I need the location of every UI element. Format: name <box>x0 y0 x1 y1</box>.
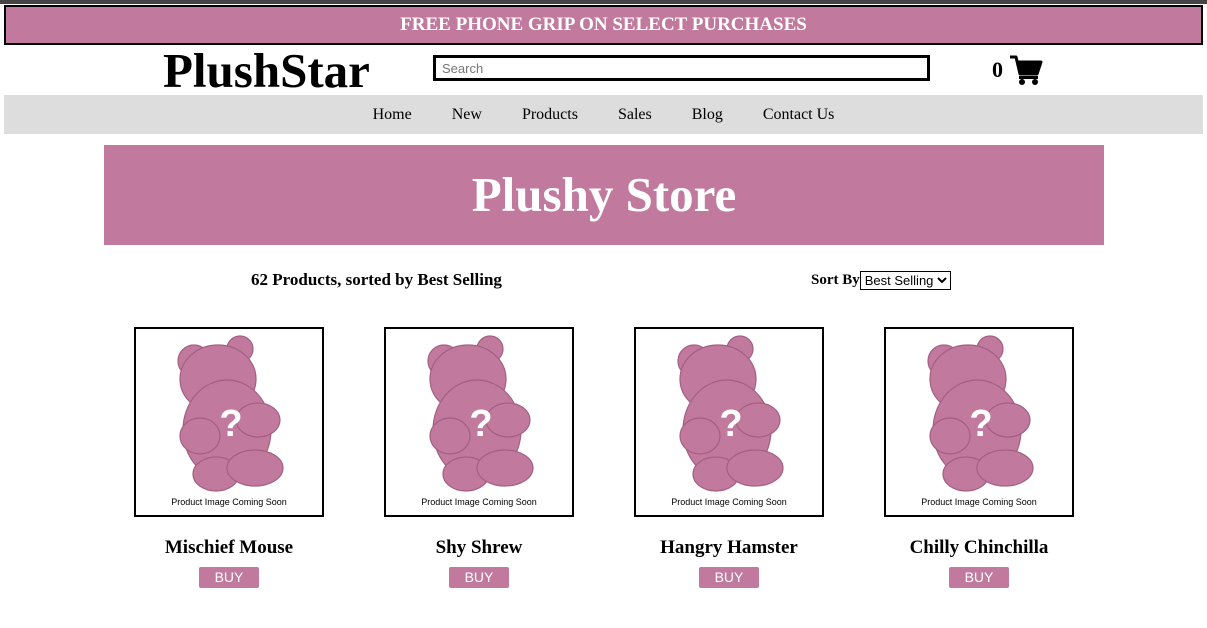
product-image[interactable]: Product Image Coming Soon <box>384 327 574 517</box>
shopping-cart-icon <box>1010 55 1043 85</box>
hero-banner: Plushy Store <box>104 145 1104 245</box>
nav-contact-us[interactable]: Contact Us <box>763 106 835 124</box>
promo-banner: FREE PHONE GRIP ON SELECT PURCHASES <box>4 5 1203 45</box>
product-card[interactable]: Product Image Coming Soon Chilly Chinchi… <box>884 327 1074 588</box>
bear-placeholder-icon <box>927 335 1034 492</box>
nav-new[interactable]: New <box>452 106 482 124</box>
image-caption: Product Image Coming Soon <box>421 497 537 507</box>
product-count-text: 62 Products, sorted by Best Selling <box>251 270 502 289</box>
main-nav: Home New Products Sales Blog Contact Us <box>4 95 1203 134</box>
site-logo[interactable]: PlushStar <box>163 43 370 99</box>
product-name[interactable]: Hangry Hamster <box>634 537 824 559</box>
product-name[interactable]: Chilly Chinchilla <box>884 537 1074 559</box>
product-image[interactable]: Product Image Coming Soon <box>134 327 324 517</box>
image-caption: Product Image Coming Soon <box>171 497 287 507</box>
sort-select[interactable]: Best Selling <box>859 271 951 290</box>
product-card[interactable]: Product Image Coming Soon Hangry Hamster… <box>634 327 824 588</box>
sort-control: Sort By Best Selling <box>811 271 951 290</box>
product-card[interactable]: Product Image Coming Soon Mischief Mouse… <box>134 327 324 588</box>
nav-sales[interactable]: Sales <box>618 106 652 124</box>
nav-home[interactable]: Home <box>373 106 412 124</box>
sort-label: Sort By <box>811 272 860 288</box>
bear-placeholder-icon <box>427 335 534 492</box>
buy-button[interactable]: BUY <box>199 567 259 588</box>
buy-button[interactable]: BUY <box>699 567 759 588</box>
image-caption: Product Image Coming Soon <box>671 497 787 507</box>
product-name[interactable]: Mischief Mouse <box>134 537 324 559</box>
nav-blog[interactable]: Blog <box>692 106 723 124</box>
bear-placeholder-icon <box>177 335 284 492</box>
cart-button[interactable]: 0 <box>992 54 1043 86</box>
top-border <box>0 0 1207 4</box>
bear-placeholder-icon <box>677 335 784 492</box>
cart-count: 0 <box>992 57 1003 82</box>
search-input[interactable] <box>433 55 930 81</box>
buy-button[interactable]: BUY <box>449 567 509 588</box>
buy-button[interactable]: BUY <box>949 567 1009 588</box>
product-image[interactable]: Product Image Coming Soon <box>884 327 1074 517</box>
product-image[interactable]: Product Image Coming Soon <box>634 327 824 517</box>
nav-products[interactable]: Products <box>522 106 578 124</box>
image-caption: Product Image Coming Soon <box>921 497 1037 507</box>
product-name[interactable]: Shy Shrew <box>384 537 574 559</box>
product-card[interactable]: Product Image Coming Soon Shy Shrew BUY <box>384 327 574 588</box>
